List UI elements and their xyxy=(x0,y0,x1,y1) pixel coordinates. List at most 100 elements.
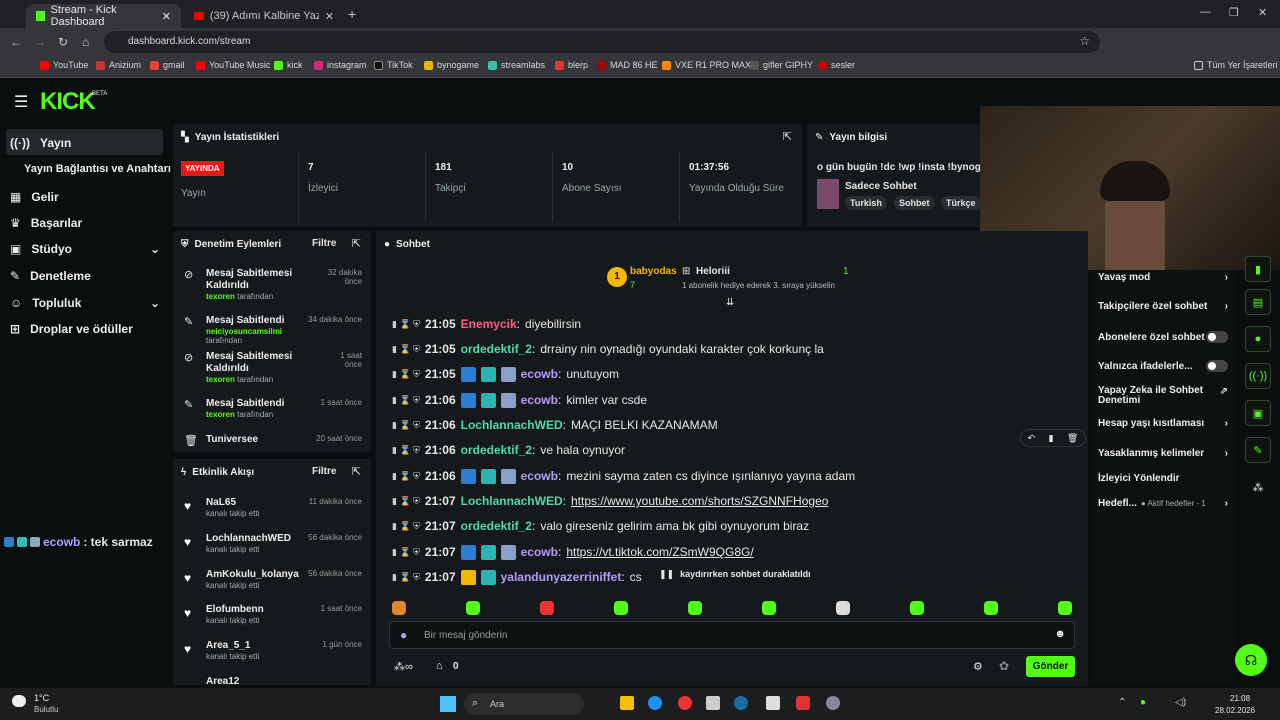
chat-message[interactable]: ▮ ⌛ ⛨ 21:06 LochlannachWED: MAÇI BELKI KAZA… xyxy=(392,417,718,433)
setting-emotes-only[interactable]: Yalnızca ifadelerle... xyxy=(1098,360,1228,372)
maximize-icon[interactable]: ❐ xyxy=(1229,6,1239,19)
menu-icon[interactable]: ☰ xyxy=(14,92,28,112)
bookmark-item[interactable]: YouTube Music xyxy=(196,60,270,70)
minimize-icon[interactable]: — xyxy=(1200,6,1211,18)
forward-icon[interactable]: → xyxy=(34,35,46,49)
mod-action-icons[interactable]: ▮ ⌛ ⛨ xyxy=(392,369,420,380)
bookmark-item[interactable]: MAD 86 HE xyxy=(597,60,658,70)
message-username[interactable]: ecowb xyxy=(521,545,558,559)
all-bookmarks[interactable]: Tüm Yer İşaretleri xyxy=(1194,60,1278,70)
tab-kick-dashboard[interactable]: Stream - Kick Dashboard ✕ xyxy=(26,4,181,28)
toggle-switch[interactable] xyxy=(1206,360,1228,372)
clock-time[interactable]: 21:08 xyxy=(1230,694,1250,703)
bookmark-item[interactable]: YouTube xyxy=(40,60,88,70)
chat-message[interactable]: ▮ ⌛ ⛨ 21:07 yalandunyazerriniffet: cs xyxy=(392,569,642,585)
epic-icon[interactable] xyxy=(766,696,780,710)
notes-icon[interactable]: ▤ xyxy=(1245,289,1271,315)
support-headset-icon[interactable]: ☊ xyxy=(1235,644,1267,676)
tag[interactable]: Türkçe xyxy=(941,196,981,210)
pin-icon[interactable]: ▮ xyxy=(1049,433,1054,444)
mod-action-icons[interactable]: ▮ ⌛ ⛨ xyxy=(392,420,420,431)
setting-goals[interactable]: Hedefl... ● Aktif hedefler - 1 › xyxy=(1098,498,1228,509)
helper-name[interactable]: Heloriii xyxy=(696,266,730,277)
activity-filter-button[interactable]: Filtre xyxy=(312,466,336,477)
channel-points-icon[interactable]: ⁂∞ xyxy=(394,660,413,673)
emote[interactable] xyxy=(466,601,480,615)
chat-message[interactable]: ▮ ⌛ ⛨ 21:06 ecowb: mezini sayma zaten cs di… xyxy=(392,468,855,484)
chat-input[interactable]: ● Bir mesaj gönderin ☻ xyxy=(389,621,1075,649)
message-username[interactable]: Enemycik xyxy=(461,317,517,331)
reload-icon[interactable]: ↻ xyxy=(58,35,68,49)
message-username[interactable]: ecowb xyxy=(521,367,558,381)
send-button[interactable]: Gönder xyxy=(1026,656,1075,677)
app-icon[interactable] xyxy=(706,696,720,710)
top-gifter-name[interactable]: babyodas xyxy=(630,266,677,277)
emote[interactable] xyxy=(762,601,776,615)
close-window-icon[interactable]: ✕ xyxy=(1258,6,1267,19)
mod-action-icons[interactable]: ▮ ⌛ ⛨ xyxy=(392,521,420,532)
message-username[interactable]: ordedektif_2 xyxy=(461,342,532,356)
sidebar-item-topluluk[interactable]: ☺ Topluluk ⌄ xyxy=(10,296,160,310)
setting-raid[interactable]: İzleyici Yönlendir xyxy=(1098,473,1228,484)
broadcast-icon[interactable]: ((·)) xyxy=(1245,363,1271,389)
tag[interactable]: Turkish xyxy=(845,196,887,210)
emote-picker-icon[interactable]: ✿ xyxy=(999,659,1009,673)
close-icon[interactable]: ✕ xyxy=(162,10,171,23)
expand-icon[interactable]: ⇱ xyxy=(783,130,792,143)
mod-action-icons[interactable]: ▮ ⌛ ⛨ xyxy=(392,445,420,456)
bookmark-item[interactable]: bynogame xyxy=(424,60,479,70)
bookmark-item[interactable]: kick xyxy=(274,60,303,70)
new-tab-icon[interactable]: + xyxy=(348,6,356,22)
chat-paused-banner[interactable]: ❚❚ kaydırırken sohbet duraklatıldı xyxy=(655,567,815,583)
bookmark-star-icon[interactable]: ☆ xyxy=(1079,34,1090,48)
message-username[interactable]: LochlannachWED xyxy=(461,418,563,432)
setting-ai-moderation[interactable]: Yapay Zeka ile Sohbet Denetimi ⇗ xyxy=(1098,386,1228,406)
store-icon[interactable]: ⌂ xyxy=(436,660,443,672)
setting-followers-only[interactable]: Takipçilere özel sohbet › xyxy=(1098,301,1228,312)
message-username[interactable]: ordedektif_2 xyxy=(461,443,532,457)
setting-slow-mode[interactable]: Yavaş mod › xyxy=(1098,272,1228,283)
emote[interactable] xyxy=(836,601,850,615)
steam-icon[interactable] xyxy=(734,696,748,710)
wrench-icon[interactable]: ✎ xyxy=(1245,437,1271,463)
apps-icon[interactable]: ⁂ xyxy=(1245,474,1271,500)
bookmark-item[interactable]: gifler GIPHY xyxy=(750,60,813,70)
message-username[interactable]: yalandunyazerriniffet xyxy=(501,570,622,584)
address-bar[interactable]: dashboard.kick.com/stream ☆ xyxy=(104,31,1100,53)
chat-message[interactable]: ▮ ⌛ ⛨ 21:06 ordedektif_2: ve hala oynuyor xyxy=(392,442,625,458)
message-username[interactable]: ecowb xyxy=(521,469,558,483)
bookmark-item[interactable]: VXE R1 PRO MAX xyxy=(662,60,751,70)
emote[interactable] xyxy=(984,601,998,615)
setting-banned-words[interactable]: Yasaklanmış kelimeler › xyxy=(1098,448,1228,459)
delete-icon[interactable]: 🗑 xyxy=(1067,433,1078,444)
message-username[interactable]: LochlannachWED xyxy=(461,494,563,508)
expand-icon[interactable]: ⇱ xyxy=(352,465,361,478)
mod-filter-button[interactable]: Filtre xyxy=(312,238,336,249)
sidebar-item-droplar[interactable]: ⊞ Droplar ve ödüller xyxy=(10,322,133,336)
sidebar-item-stream-key[interactable]: Yayın Bağlantısı ve Anahtarı xyxy=(24,163,171,175)
reply-icon[interactable]: ↶ xyxy=(1028,433,1036,444)
app-icon[interactable] xyxy=(796,696,810,710)
mod-action-icons[interactable]: ▮ ⌛ ⛨ xyxy=(392,344,420,355)
mod-action-icons[interactable]: ▮ ⌛ ⛨ xyxy=(392,471,420,482)
bookmark-item[interactable]: Anizium xyxy=(96,60,141,70)
chat-message[interactable]: ▮ ⌛ ⛨ 21:07 ordedektif_2: valo gireseniz ge… xyxy=(392,518,809,534)
emote[interactable] xyxy=(392,601,406,615)
category-name[interactable]: Sadece Sohbet xyxy=(845,181,917,192)
edge-icon[interactable] xyxy=(648,696,662,710)
windows-start-icon[interactable] xyxy=(440,696,456,712)
emote[interactable] xyxy=(910,601,924,615)
mod-action-icons[interactable]: ▮ ⌛ ⛨ xyxy=(392,547,420,558)
emote[interactable] xyxy=(540,601,554,615)
chat-bubble-icon[interactable]: ● xyxy=(1245,326,1271,352)
tag[interactable]: Sohbet xyxy=(894,196,935,210)
bookmark-item[interactable]: streamlabs xyxy=(488,60,545,70)
sidebar-item-denetleme[interactable]: ✎ Denetleme xyxy=(10,269,91,283)
sidebar-item-basarilar[interactable]: ♛ Başarılar xyxy=(10,216,82,230)
clock-date[interactable]: 28.02.2026 xyxy=(1215,706,1255,715)
chrome-icon[interactable] xyxy=(678,696,692,710)
sidebar-item-gelir[interactable]: ▦ Gelir xyxy=(10,190,59,204)
collapse-icon[interactable]: ⇊ xyxy=(726,297,734,308)
kick-logo[interactable]: KICK xyxy=(40,88,96,116)
mod-action-icons[interactable]: ▮ ⌛ ⛨ xyxy=(392,319,420,330)
